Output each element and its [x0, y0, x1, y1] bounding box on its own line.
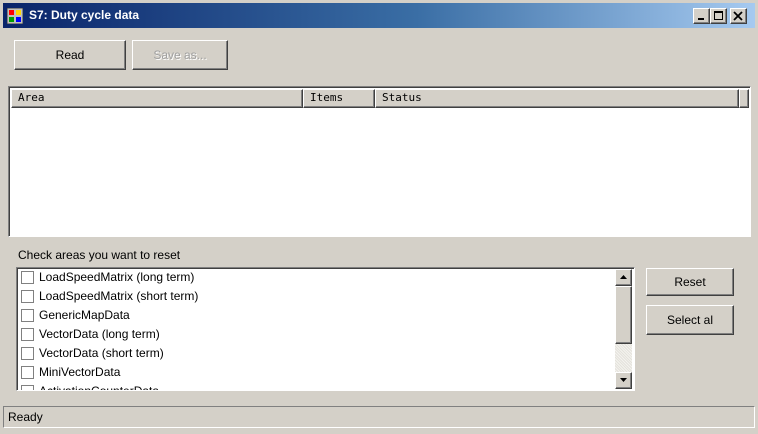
checkbox[interactable] — [21, 347, 34, 360]
checklist-scrollbar[interactable] — [615, 269, 632, 389]
checklist-item-label: LoadSpeedMatrix (long term) — [39, 270, 195, 284]
checklist-item-label: MiniVectorData — [39, 365, 121, 379]
scroll-thumb[interactable] — [615, 286, 632, 344]
reset-areas-checklist[interactable]: LoadSpeedMatrix (long term) LoadSpeedMat… — [16, 267, 635, 391]
arrow-up-icon — [620, 275, 627, 279]
close-icon — [733, 11, 743, 21]
status-text: Ready — [3, 406, 755, 428]
column-header-area[interactable]: Area — [11, 89, 303, 108]
minimize-icon — [698, 18, 704, 20]
checkbox[interactable] — [21, 328, 34, 341]
checkbox[interactable] — [21, 271, 34, 284]
read-button[interactable]: Read — [14, 40, 126, 70]
checkbox[interactable] — [21, 290, 34, 303]
checklist-item-label: LoadSpeedMatrix (short term) — [39, 289, 199, 303]
title-bar[interactable]: S7: Duty cycle data — [3, 3, 755, 28]
checkbox[interactable] — [21, 385, 34, 390]
scroll-down-button[interactable] — [615, 372, 632, 389]
duty-cycle-window: S7: Duty cycle data Read Save as... Area… — [0, 0, 758, 434]
select-all-button[interactable]: Select al — [646, 305, 734, 335]
listview-header: Area Items Status — [11, 89, 749, 108]
checklist-item-label: VectorData (long term) — [39, 327, 160, 341]
minimize-button[interactable] — [693, 8, 710, 24]
status-bar: Ready — [3, 404, 755, 431]
save-as-button[interactable]: Save as... — [132, 40, 228, 70]
area-listview[interactable]: Area Items Status — [8, 86, 751, 237]
scroll-up-button[interactable] — [615, 269, 632, 286]
maximize-button[interactable] — [710, 8, 727, 24]
reset-areas-label: Check areas you want to reset — [18, 248, 181, 262]
checkbox[interactable] — [21, 309, 34, 322]
checklist-item-label: VectorData (short term) — [39, 346, 164, 360]
app-window-icon — [6, 7, 24, 25]
column-header-status[interactable]: Status — [375, 89, 739, 108]
checkbox[interactable] — [21, 366, 34, 379]
column-header-items[interactable]: Items — [303, 89, 375, 108]
maximize-icon — [714, 11, 723, 20]
checklist-item-label: ActivationCounterData — [39, 384, 160, 391]
window-title: S7: Duty cycle data — [29, 8, 140, 22]
column-header-filler — [739, 89, 749, 108]
reset-button[interactable]: Reset — [646, 268, 734, 296]
close-button[interactable] — [730, 8, 747, 24]
arrow-down-icon — [620, 378, 627, 382]
checklist-item-label: GenericMapData — [39, 308, 130, 322]
